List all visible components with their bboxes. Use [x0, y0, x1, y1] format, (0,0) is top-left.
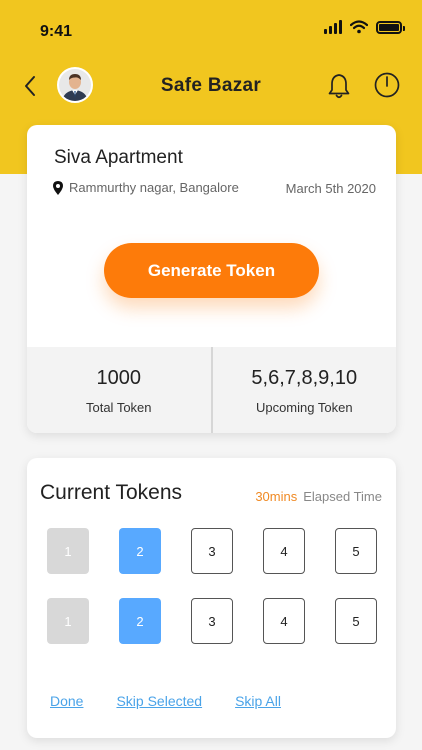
status-bar: 9:41 [0, 0, 422, 60]
current-tokens-title: Current Tokens [40, 481, 183, 504]
apartment-card: Siva Apartment Rammurthy nagar, Bangalor… [27, 125, 396, 433]
avatar[interactable] [57, 67, 93, 103]
location-pin-icon [53, 180, 63, 195]
token-5[interactable]: 5 [335, 528, 377, 574]
generate-token-button[interactable]: Generate Token [104, 243, 319, 298]
date-text: March 5th 2020 [285, 181, 376, 196]
token-row-2: 1 2 3 4 5 [47, 598, 377, 644]
upcoming-token-label: Upcoming Token [255, 400, 353, 415]
token-3[interactable]: 3 [191, 598, 233, 644]
token-3[interactable]: 3 [191, 528, 233, 574]
token-4[interactable]: 4 [263, 528, 305, 574]
status-icons [324, 20, 405, 34]
chevron-left-icon [25, 76, 35, 96]
location-text: Rammurthy nagar, Bangalore [69, 180, 239, 195]
token-row-1: 1 2 3 4 5 [47, 528, 377, 574]
token-5[interactable]: 5 [335, 598, 377, 644]
done-link[interactable]: Done [50, 693, 83, 709]
battery-icon [376, 20, 405, 34]
elapsed-time: 30mins Elapsed Time [255, 489, 382, 504]
elapsed-label: Elapsed Time [303, 489, 382, 504]
nav-bar: Safe Bazar [0, 62, 422, 110]
elapsed-value: 30mins [255, 489, 298, 504]
token-2[interactable]: 2 [119, 528, 161, 574]
back-button[interactable] [16, 72, 44, 100]
upcoming-token-stat: 5,6,7,8,9,10 Upcoming Token [210, 347, 397, 433]
token-stats: 1000 Total Token 5,6,7,8,9,10 Upcoming T… [27, 347, 396, 433]
total-token-label: Total Token [85, 400, 152, 415]
token-2[interactable]: 2 [119, 598, 161, 644]
total-token-value: 1000 [96, 367, 142, 389]
power-icon [374, 72, 400, 98]
cellular-signal-icon [324, 20, 342, 34]
apartment-name: Siva Apartment [54, 147, 183, 168]
notifications-button[interactable] [326, 72, 352, 100]
skip-all-link[interactable]: Skip All [235, 693, 281, 709]
token-1[interactable]: 1 [47, 598, 89, 644]
total-token-stat: 1000 Total Token [27, 347, 211, 433]
token-1[interactable]: 1 [47, 528, 89, 574]
skip-selected-link[interactable]: Skip Selected [116, 693, 202, 709]
user-avatar-icon [59, 69, 91, 101]
logout-button[interactable] [373, 71, 401, 99]
wifi-icon [350, 20, 368, 34]
upcoming-token-value: 5,6,7,8,9,10 [251, 367, 358, 389]
bell-icon [328, 74, 350, 99]
status-time: 9:41 [40, 23, 73, 40]
token-actions: Done Skip Selected Skip All [50, 693, 314, 709]
token-4[interactable]: 4 [263, 598, 305, 644]
current-tokens-card: Current Tokens 30mins Elapsed Time 1 2 3 … [27, 458, 396, 738]
location: Rammurthy nagar, Bangalore [53, 180, 239, 195]
